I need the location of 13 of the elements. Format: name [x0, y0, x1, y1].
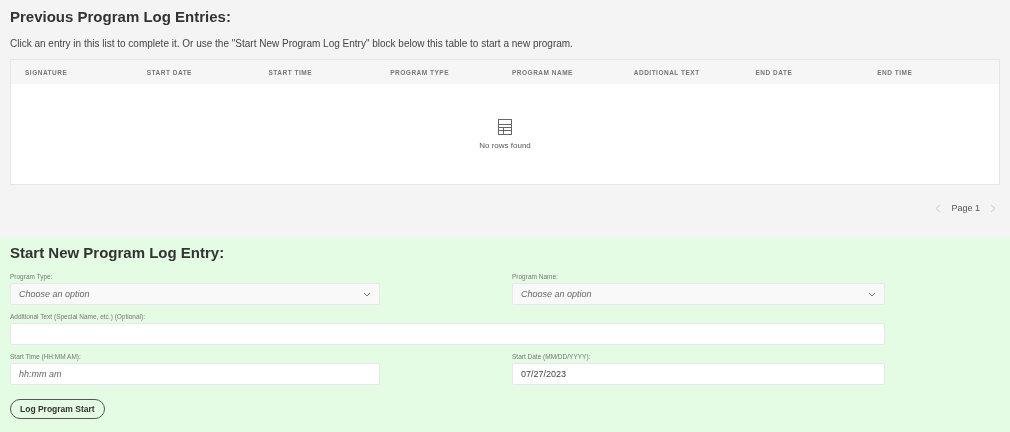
dropdown[interactable]: Choose an option [10, 283, 380, 305]
empty-message: No rows found [479, 140, 531, 150]
input-field[interactable] [10, 323, 885, 345]
section-heading: Previous Program Log Entries: [10, 8, 232, 25]
table-icon [498, 118, 512, 135]
input-field[interactable]: 07/27/2023 [512, 363, 885, 385]
section-heading: Start New Program Log Entry: [10, 244, 226, 261]
chevron-down-icon [868, 291, 876, 297]
input-field[interactable]: hh:mm am [10, 363, 380, 385]
instructions-text: Click an entry in this list to complete it. Or use the "Start New Program Log Entry" block below this table to start a new program. [10, 38, 573, 49]
chevron-down-icon [363, 291, 371, 297]
page-indicator: Page 1 [951, 203, 980, 213]
dropdown[interactable]: Choose an option [512, 283, 885, 305]
